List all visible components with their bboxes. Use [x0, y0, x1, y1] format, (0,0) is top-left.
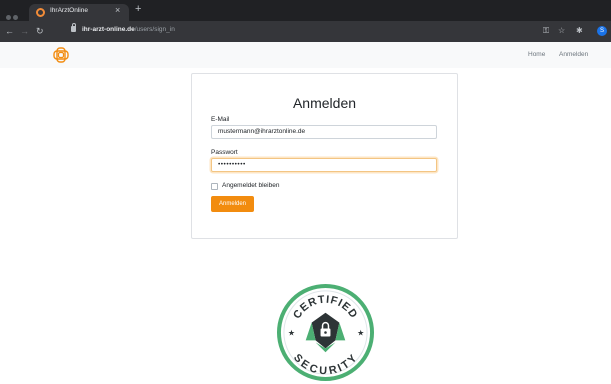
site-navbar: Home Anmelden	[0, 42, 611, 68]
reload-icon[interactable]: ↻	[36, 25, 44, 37]
login-title: Anmelden	[292, 95, 357, 111]
badge-star-right-icon: ★	[357, 328, 364, 337]
new-tab-icon[interactable]: +	[135, 3, 141, 15]
nav-link-home[interactable]: Home	[528, 51, 545, 58]
key-icon[interactable]: ⚿	[543, 26, 549, 36]
forward-icon[interactable]: →	[20, 25, 29, 37]
password-field[interactable]: ••••••••••	[211, 158, 437, 172]
browser-tab-bar: IhrArztOnline × +	[0, 0, 611, 21]
nav-link-anmelden[interactable]: Anmelden	[559, 51, 588, 58]
profile-avatar[interactable]: S	[597, 26, 607, 36]
url-text: ihr-arzt-online.de/users/sign_in	[82, 26, 175, 33]
tab-title: IhrArztOnline	[50, 7, 88, 14]
remember-checkbox[interactable]	[211, 183, 218, 190]
site-logo-icon[interactable]	[53, 47, 69, 63]
certified-security-badge: CERTIFIED SECURITY ★ ★	[276, 283, 375, 382]
lock-icon	[71, 23, 76, 32]
browser-toolbar: ← → ↻ ihr-arzt-online.de/users/sign_in ⚿…	[0, 21, 611, 42]
password-label: Passwort	[211, 149, 238, 156]
address-bar[interactable]: ihr-arzt-online.de/users/sign_in	[63, 23, 528, 38]
star-icon[interactable]: ☆	[558, 26, 565, 36]
badge-star-left-icon: ★	[288, 328, 295, 337]
extensions-icon[interactable]: ✱	[576, 26, 583, 36]
back-icon[interactable]: ←	[5, 25, 14, 37]
tab-close-icon[interactable]: ×	[115, 5, 120, 15]
favicon-icon	[36, 8, 45, 17]
browser-tab[interactable]: IhrArztOnline ×	[29, 4, 129, 21]
login-card: Anmelden E-Mail mustermann@ihrarztonline…	[191, 73, 458, 239]
remember-label[interactable]: Angemeldet bleiben	[222, 182, 279, 189]
email-field[interactable]: mustermann@ihrarztonline.de	[211, 125, 437, 139]
email-label: E-Mail	[211, 116, 230, 123]
submit-button[interactable]: Anmelden	[211, 196, 254, 212]
